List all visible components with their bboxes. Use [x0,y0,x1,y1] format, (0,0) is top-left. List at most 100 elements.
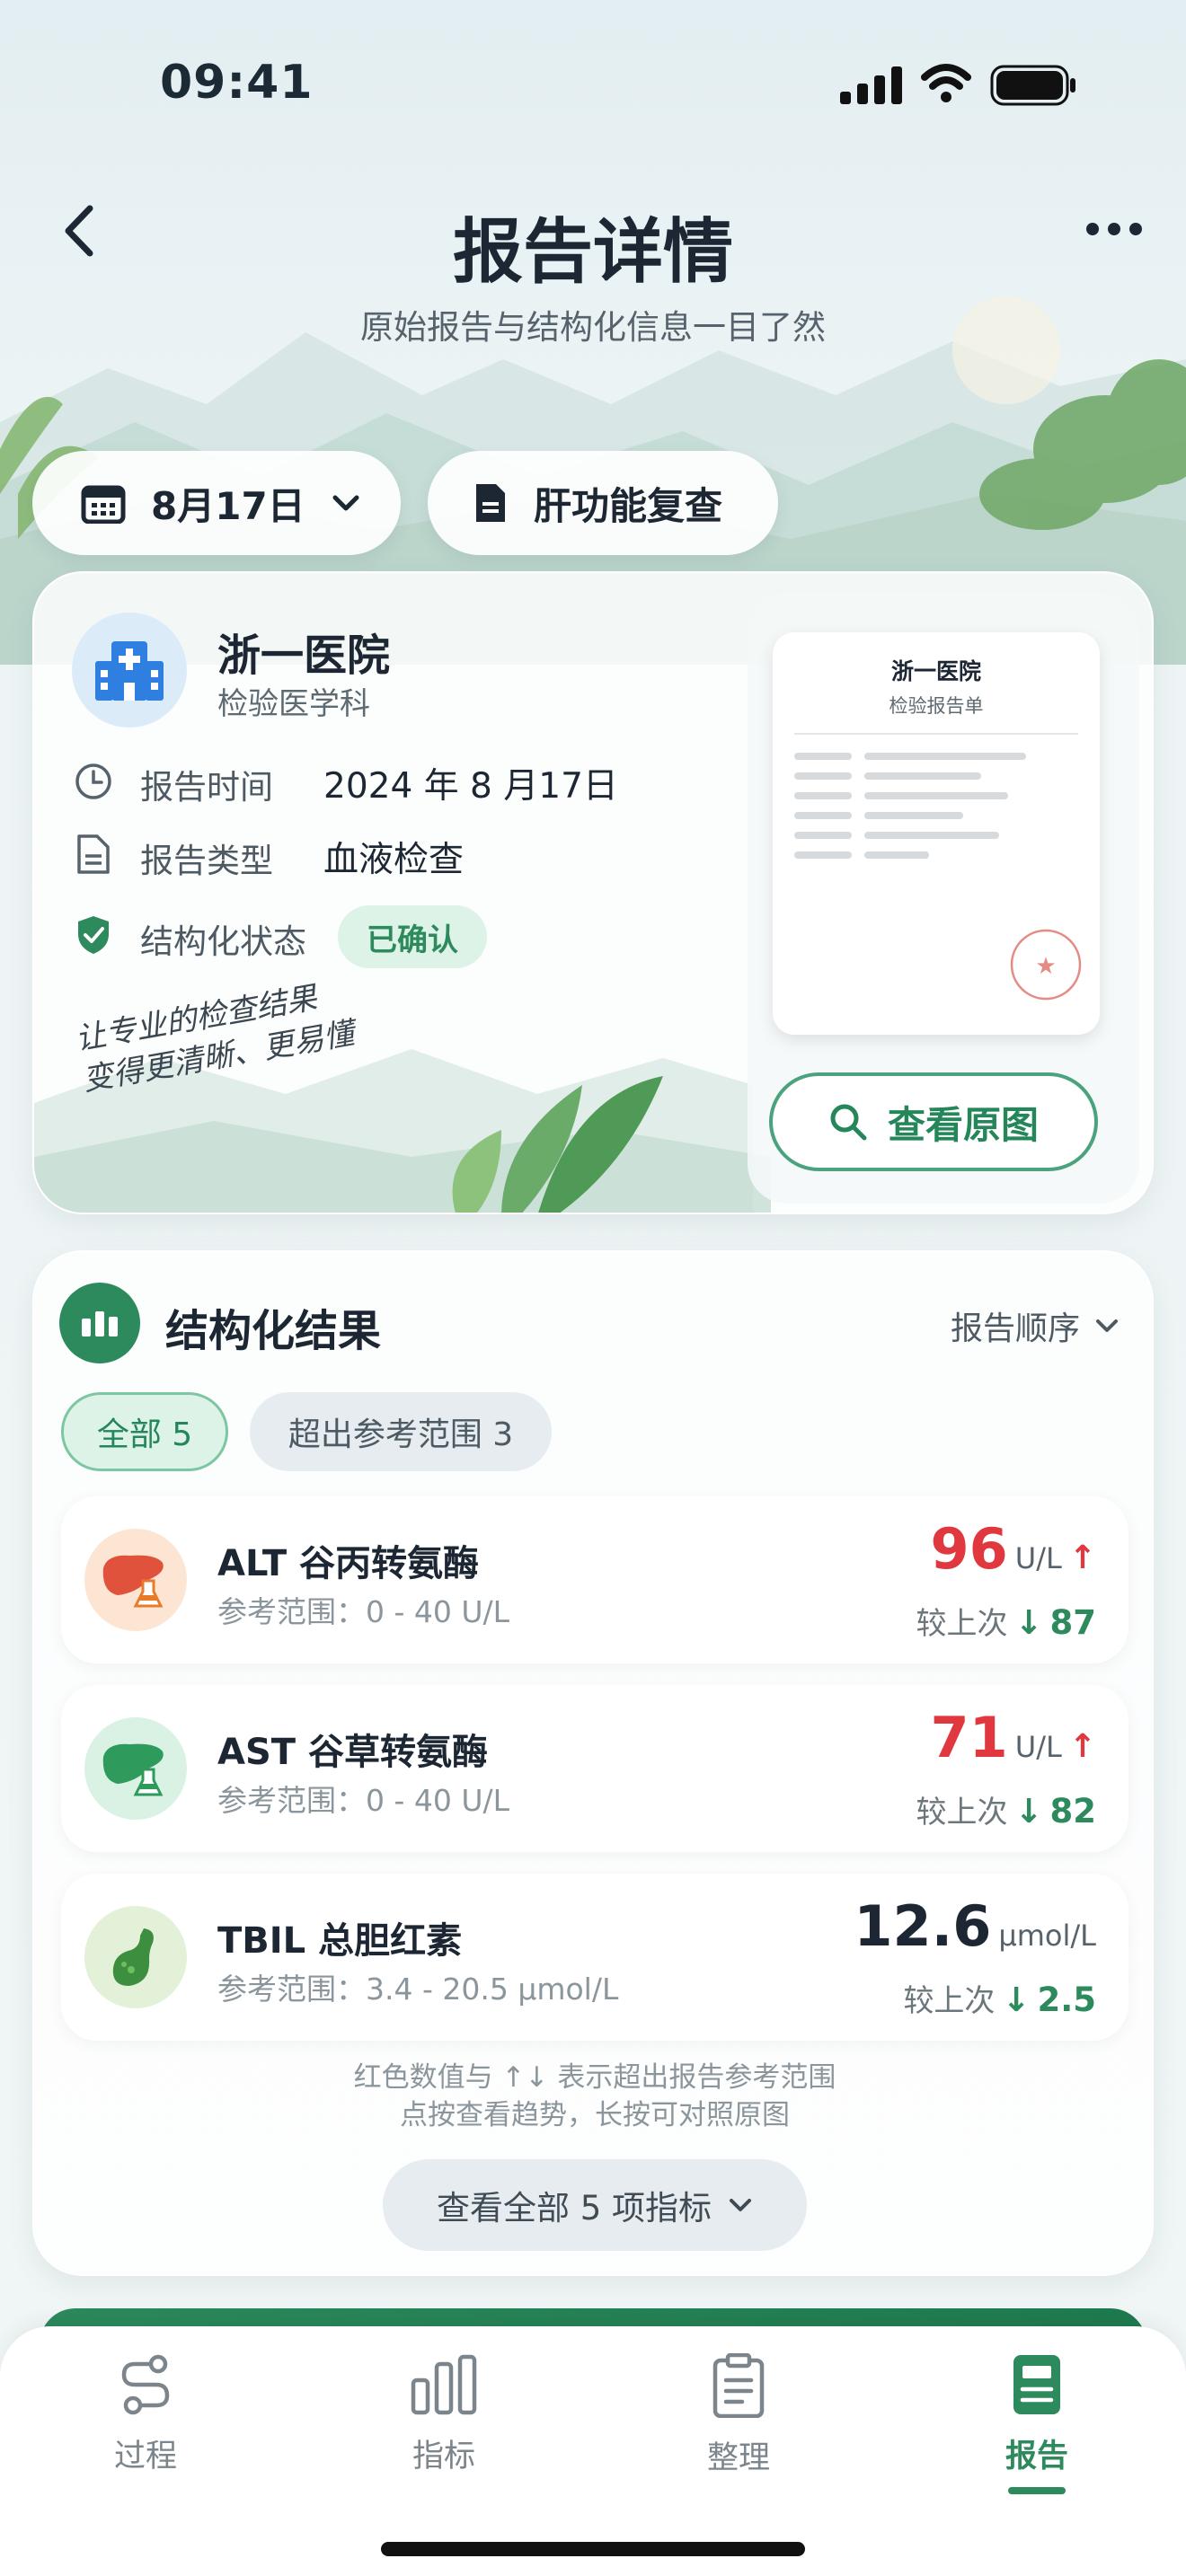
result-value-group: 12.6 µmol/L [854,1893,1096,1959]
result-value: 12.6 [854,1893,992,1959]
report-type-label: 报告类型 [140,842,273,880]
result-row-alt[interactable]: ALT 谷丙转氨酶 参考范围：0 - 40 U/L 96 U/L ↑ 较上次 ↓… [61,1496,1128,1663]
result-unit: U/L [1014,1541,1062,1575]
thumbnail-title: 浙一医院 [890,658,981,684]
previous-compare: 较上次 ↓ 2.5 [903,1976,1096,2020]
hospital-avatar [72,613,187,728]
sort-label: 报告顺序 [951,1310,1081,1347]
arrow-down-icon: ↓ [1002,1981,1031,2019]
report-name-chip[interactable]: 肝功能复查 [428,451,778,555]
tab-organize-label: 整理 [706,2440,770,2476]
previous-value: 2.5 [1037,1981,1096,2019]
tab-bar: 过程 指标 整理 报告 [0,2326,1186,2576]
previous-value: 82 [1049,1792,1097,1831]
result-unit: µmol/L [998,1919,1096,1953]
result-row-tbil[interactable]: TBIL 总胆红素 参考范围：3.4 - 20.5 µmol/L 12.6 µm… [61,1874,1128,2041]
result-range: 参考范围：0 - 40 U/L [217,1783,510,1818]
department-name: 检验医学科 [217,686,370,722]
previous-compare: 较上次 ↓ 87 [916,1599,1096,1643]
legend-note: 红色数值与 ↑↓ 表示超出报告参考范围 点按查看趋势，长按可对照原图 [2,2059,1186,2134]
results-title: 结构化结果 [165,1306,382,1356]
arrow-up-icon: ↑ [1068,1539,1096,1576]
thumbnail-content-lines: ★ [794,733,1082,1001]
tab-organize[interactable]: 整理 [658,2352,819,2478]
tab-metrics-label: 指标 [412,2439,475,2475]
svg-text:★: ★ [1035,953,1056,980]
status-badge: 已确认 [338,905,487,968]
filter-chip-all[interactable]: 全部 5 [61,1392,228,1471]
result-range: 参考范围：0 - 40 U/L [217,1594,510,1629]
home-indicator [381,2542,805,2556]
wifi-icon [921,64,971,102]
clock-icon [75,763,111,799]
report-icon [1013,2355,1060,2414]
previous-label: 较上次 [903,1983,996,2019]
structure-status-label: 结构化状态 [140,922,306,961]
result-name: AST 谷草转氨酶 [217,1732,488,1773]
document-icon [476,484,505,522]
battery-icon [990,65,1075,106]
result-unit: U/L [1014,1730,1062,1764]
date-selector-label: 8月17日 [151,483,305,528]
clipboard-icon [712,2352,765,2419]
report-type-value: 血液检查 [323,840,465,880]
previous-label: 较上次 [916,1795,1008,1831]
calendar-icon [81,485,126,524]
previous-label: 较上次 [916,1606,1008,1642]
arrow-down-icon: ↓ [1014,1792,1043,1831]
report-info-card: 浙一医院 检验医学科 报告时间 2024 年 8 月17日 报告类型 血液检查 … [32,571,1154,1214]
results-section-badge [59,1283,140,1363]
report-time-value: 2024 年 8 月17日 [323,766,618,807]
arrow-down-icon: ↓ [1014,1603,1043,1642]
result-row-ast[interactable]: AST 谷草转氨酶 参考范围：0 - 40 U/L 71 U/L ↑ 较上次 ↓… [61,1685,1128,1852]
view-original-button[interactable]: 查看原图 [769,1072,1098,1171]
page-subtitle: 原始报告与结构化信息一目了然 [360,308,826,347]
tab-process[interactable]: 过程 [65,2353,226,2476]
previous-compare: 较上次 ↓ 82 [916,1787,1096,1831]
more-icon[interactable] [1078,207,1150,251]
shield-check-icon [78,916,109,954]
legend-note-line-2: 点按查看趋势，长按可对照原图 [400,2099,790,2131]
gallbladder-avatar [84,1906,187,2008]
chevron-down-icon [730,2199,752,2211]
result-value: 71 [930,1705,1008,1770]
cellular-signal-icon [840,66,902,104]
result-name: TBIL 总胆红素 [217,1920,463,1962]
search-icon [830,1104,867,1141]
bar-chart-icon [82,1311,118,1337]
liver-avatar [84,1717,187,1820]
liver-avatar [84,1529,187,1631]
arrow-up-icon: ↑ [1068,1728,1096,1765]
result-name: ALT 谷丙转氨酶 [217,1543,480,1584]
view-original-label: 查看原图 [887,1102,1039,1147]
page-title: 报告详情 [452,211,733,293]
view-all-button[interactable]: 查看全部 5 项指标 [383,2159,807,2251]
thumbnail-subtitle: 检验报告单 [889,695,984,717]
result-range: 参考范围：3.4 - 20.5 µmol/L [217,1972,619,2007]
tab-metrics[interactable]: 指标 [363,2353,525,2476]
result-value: 96 [930,1516,1008,1582]
legend-note-line-1: 红色数值与 ↑↓ 表示超出报告参考范围 [353,2061,836,2094]
result-value-group: 96 U/L ↑ [931,1516,1096,1582]
liver-flask-icon [102,1743,164,1796]
original-preview-panel: 浙一医院 检验报告单 ★ 查看原图 [748,593,1139,1204]
chevron-down-icon [1096,1319,1119,1332]
gallbladder-icon [112,1928,154,1986]
process-icon [121,2354,170,2415]
active-tab-indicator [1008,2487,1066,2494]
tab-report-label: 报告 [1005,2439,1068,2475]
liver-flask-icon [102,1555,164,1608]
chevron-down-icon [332,495,359,511]
report-time-label: 报告时间 [140,768,273,807]
report-thumbnail[interactable]: 浙一医院 检验报告单 ★ [773,632,1100,1035]
tab-process-label: 过程 [113,2439,177,2475]
date-selector[interactable]: 8月17日 [32,451,401,555]
view-all-label: 查看全部 5 项指标 [436,2189,712,2228]
hospital-icon [95,641,164,701]
filter-chip-out-of-range[interactable]: 超出参考范围 3 [250,1392,552,1471]
file-icon [77,834,110,874]
tab-report[interactable]: 报告 [956,2353,1118,2494]
structured-results-card: 结构化结果 报告顺序 全部 5 超出参考范围 3 ALT 谷丙转氨酶 参考范围：… [32,1250,1154,2276]
report-name-label: 肝功能复查 [534,483,723,528]
sort-dropdown[interactable]: 报告顺序 [951,1302,1120,1349]
